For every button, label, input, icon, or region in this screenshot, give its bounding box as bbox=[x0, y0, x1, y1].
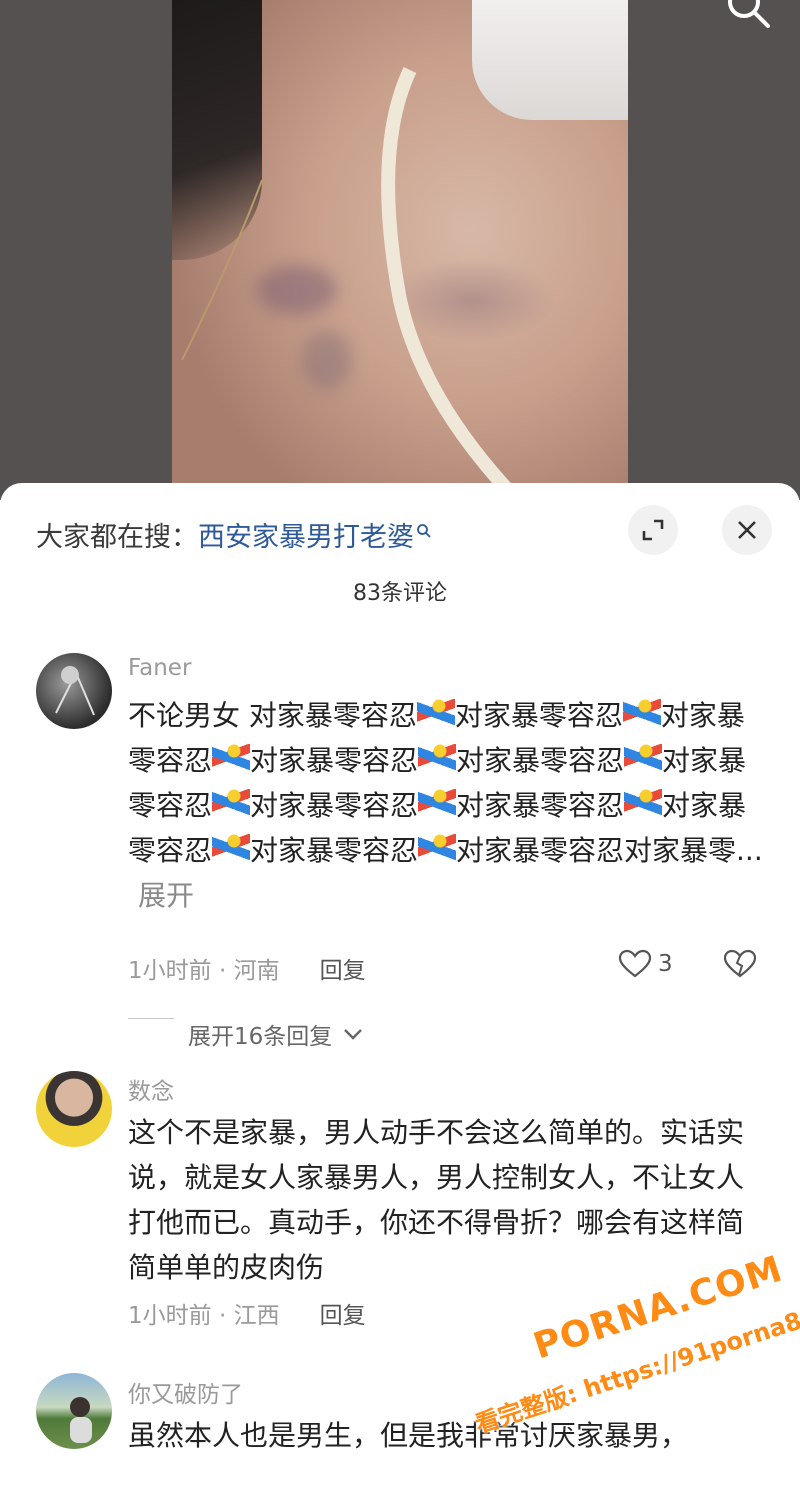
comment-time: 1小时前 bbox=[128, 958, 212, 984]
comment-text-segment: 对家暴零容忍 bbox=[250, 834, 419, 867]
trending-search[interactable]: 大家都在搜：西安家暴男打老婆 bbox=[36, 515, 432, 554]
search-icon bbox=[416, 515, 432, 546]
comment-sheet: 大家都在搜：西安家暴男打老婆 83条评论 Faner 不论男女 对家暴零容忍对家… bbox=[0, 483, 800, 1458]
kneeling-emoji-icon bbox=[624, 744, 663, 774]
like-button[interactable]: 3 bbox=[618, 949, 673, 979]
broken-heart-icon bbox=[723, 949, 757, 978]
comment-time: 1小时前 bbox=[128, 1303, 212, 1329]
comment-text-segment: 不论男女 对家暴零容忍 bbox=[128, 699, 417, 732]
close-button[interactable] bbox=[722, 505, 772, 555]
close-icon bbox=[738, 521, 756, 539]
kneeling-emoji-icon bbox=[622, 699, 661, 729]
comment-meta: 1小时前 · 河南 回复 bbox=[128, 951, 366, 985]
comment-text-segment: 对家暴零容忍 bbox=[456, 789, 625, 822]
chevron-down-icon bbox=[344, 1029, 363, 1040]
comment-username[interactable]: 数念 bbox=[128, 1072, 174, 1106]
comment-location: 江西 bbox=[233, 1303, 280, 1329]
comment-count: 83条评论 bbox=[353, 581, 447, 606]
comment-location: 河南 bbox=[233, 958, 280, 984]
meta-separator: · bbox=[211, 1303, 234, 1329]
photo-strap bbox=[181, 66, 523, 500]
comment-username[interactable]: Faner bbox=[128, 655, 191, 681]
dislike-button[interactable] bbox=[722, 949, 758, 983]
search-icon[interactable] bbox=[722, 0, 774, 40]
reply-button[interactable]: 回复 bbox=[320, 958, 366, 984]
kneeling-emoji-icon bbox=[416, 699, 455, 729]
kneeling-emoji-icon bbox=[624, 789, 663, 819]
kneeling-emoji-icon bbox=[212, 789, 251, 819]
kneeling-emoji-icon bbox=[212, 834, 251, 864]
comment-username[interactable]: 你又破防了 bbox=[128, 1375, 243, 1409]
comment-text-segment: 对家暴零容忍 bbox=[250, 789, 419, 822]
meta-separator: · bbox=[211, 958, 234, 984]
comment-text-segment: 对家暴零容忍 bbox=[454, 699, 623, 732]
kneeling-emoji-icon bbox=[418, 834, 457, 864]
like-count: 3 bbox=[658, 951, 673, 977]
trending-search-prefix: 大家都在搜： bbox=[36, 522, 198, 553]
more-replies-button[interactable]: 展开16条回复 bbox=[128, 1017, 364, 1051]
kneeling-emoji-icon bbox=[212, 744, 251, 774]
comment-text-segment: 对家暴零容忍 bbox=[456, 744, 625, 777]
more-replies-label: 展开16条回复 bbox=[188, 1024, 333, 1050]
expand-text-link[interactable]: 展开 bbox=[138, 879, 194, 912]
comment-text-segment: 对家暴零容忍对家暴零... bbox=[456, 834, 763, 867]
reply-button[interactable]: 回复 bbox=[320, 1303, 366, 1329]
kneeling-emoji-icon bbox=[418, 744, 457, 774]
comment-text: 不论男女 对家暴零容忍 对家暴零容忍 对家暴零容忍 对家暴零容忍 对家暴零容忍 对家暴零容… bbox=[128, 693, 768, 918]
media-viewer bbox=[0, 0, 800, 500]
avatar[interactable] bbox=[36, 1071, 112, 1147]
comment-text: 这个不是家暴，男人动手不会这么简单的。实话实说，就是女人家暴男人，男人控制女人，… bbox=[128, 1116, 745, 1284]
expand-icon bbox=[642, 519, 664, 541]
avatar[interactable] bbox=[36, 1373, 112, 1449]
divider bbox=[128, 1018, 174, 1019]
post-photo[interactable] bbox=[172, 0, 628, 500]
comment-text: 虽然本人也是男生，但是我非常讨厌家暴男， bbox=[128, 1419, 689, 1452]
comment-meta: 1小时前 · 江西 回复 bbox=[128, 1296, 366, 1330]
heart-icon bbox=[618, 949, 652, 978]
expand-button[interactable] bbox=[628, 505, 678, 555]
kneeling-emoji-icon bbox=[418, 789, 457, 819]
comment-text-segment: 对家暴零容忍 bbox=[250, 744, 419, 777]
trending-search-term[interactable]: 西安家暴男打老婆 bbox=[198, 522, 414, 553]
avatar[interactable] bbox=[36, 653, 112, 729]
